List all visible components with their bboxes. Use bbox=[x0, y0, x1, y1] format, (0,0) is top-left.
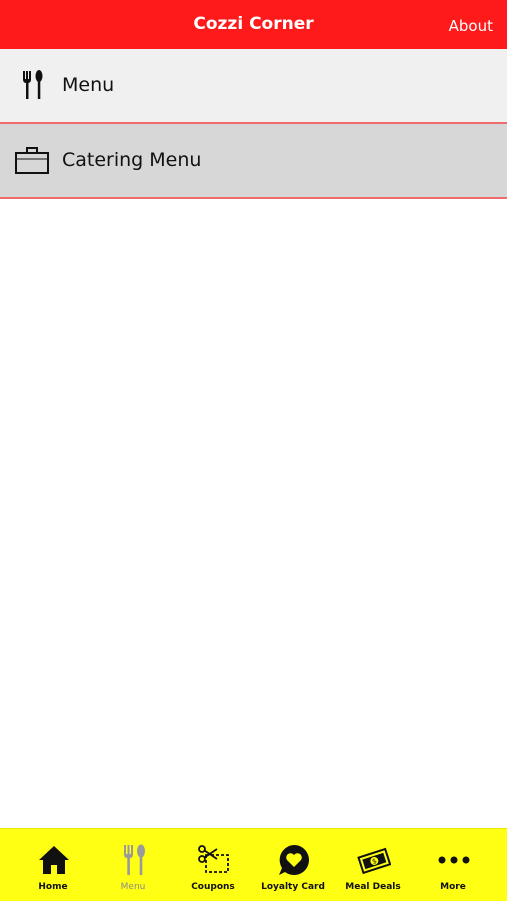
more-dots-icon bbox=[438, 856, 470, 864]
list-item-label: Catering Menu bbox=[62, 149, 202, 171]
list-item-label: Menu bbox=[62, 74, 115, 96]
money-icon: $ bbox=[357, 847, 391, 875]
tab-meal-deals[interactable]: $ Meal Deals bbox=[333, 829, 413, 901]
tab-label: Home bbox=[38, 882, 68, 892]
tab-coupons[interactable]: Coupons bbox=[173, 829, 253, 901]
tab-home[interactable]: Home bbox=[13, 829, 93, 901]
coupon-scissors-icon bbox=[198, 845, 229, 873]
bottom-tab-bar: Home Menu Coupons Loyalty Card $ Meal De… bbox=[0, 828, 507, 901]
page-title: Cozzi Corner bbox=[193, 14, 314, 34]
tab-label: Menu bbox=[120, 882, 146, 892]
list-item-catering-menu[interactable]: Catering Menu bbox=[0, 124, 507, 199]
about-button[interactable]: About bbox=[449, 0, 493, 49]
tab-label: Coupons bbox=[191, 882, 235, 892]
tab-more[interactable]: More bbox=[413, 829, 493, 901]
home-icon bbox=[39, 846, 69, 874]
bag-icon bbox=[15, 147, 49, 174]
tab-loyalty-card[interactable]: Loyalty Card bbox=[253, 829, 333, 901]
fork-spoon-icon bbox=[23, 70, 43, 99]
app-header: Cozzi Corner About bbox=[0, 0, 507, 49]
tab-label: More bbox=[440, 882, 466, 892]
fork-spoon-icon bbox=[124, 844, 145, 875]
heart-bubble-icon bbox=[279, 845, 309, 875]
tab-label: Loyalty Card bbox=[261, 882, 325, 892]
tab-label: Meal Deals bbox=[345, 882, 401, 892]
tab-menu[interactable]: Menu bbox=[93, 829, 173, 901]
list-item-menu[interactable]: Menu bbox=[0, 49, 507, 124]
